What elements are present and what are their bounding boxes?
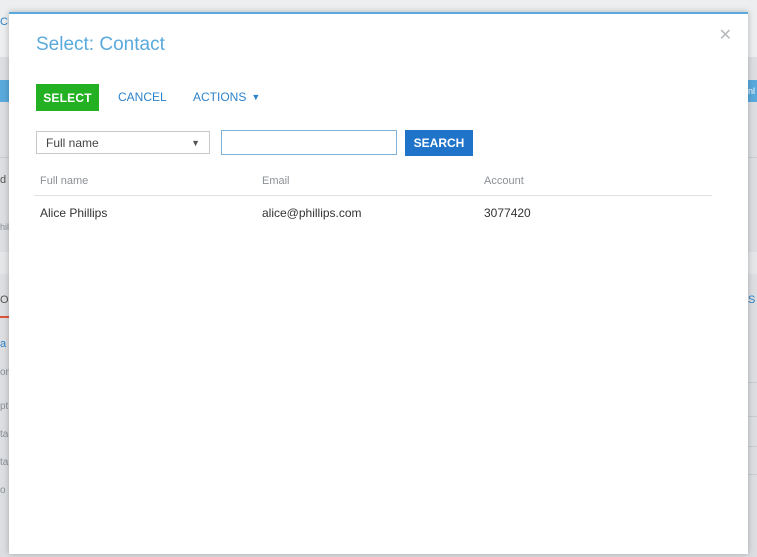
search-column-value: Full name: [46, 136, 99, 150]
select-button[interactable]: SELECT: [36, 84, 99, 111]
search-input[interactable]: [221, 130, 397, 155]
background-text: a: [0, 338, 7, 350]
search-column-select[interactable]: Full name ▼: [36, 131, 210, 154]
background-text: O: [0, 294, 9, 306]
dialog-title: Select: Contact: [36, 34, 165, 55]
background-text: ta: [0, 457, 9, 468]
cell-account: 3077420: [484, 206, 531, 220]
cell-full-name: Alice Phillips: [40, 206, 108, 220]
chevron-down-icon: ▼: [191, 138, 200, 148]
column-header-account[interactable]: Account: [484, 175, 524, 187]
actions-label: ACTIONS: [193, 90, 247, 104]
background-text: hil: [0, 222, 10, 232]
caret-down-icon: ▼: [251, 92, 261, 102]
table-row[interactable]: Alice Phillips alice@phillips.com 307742…: [34, 200, 712, 228]
background-text: nl: [748, 86, 756, 96]
column-header-full-name[interactable]: Full name: [40, 175, 88, 187]
column-header-email[interactable]: Email: [262, 175, 290, 187]
close-icon[interactable]: ✕: [719, 28, 732, 44]
actions-menu-button[interactable]: ACTIONS ▼: [193, 84, 260, 111]
search-button[interactable]: SEARCH: [405, 130, 473, 156]
cell-email: alice@phillips.com: [262, 206, 362, 220]
background-text: pt: [0, 401, 9, 412]
grid-header: Full name Email Account: [34, 173, 712, 196]
cancel-button[interactable]: CANCEL: [118, 84, 167, 111]
background-text: S: [748, 294, 756, 306]
select-contact-dialog: Select: Contact ✕ SELECT CANCEL ACTIONS ▼…: [9, 12, 748, 554]
background-text: ta: [0, 429, 9, 440]
